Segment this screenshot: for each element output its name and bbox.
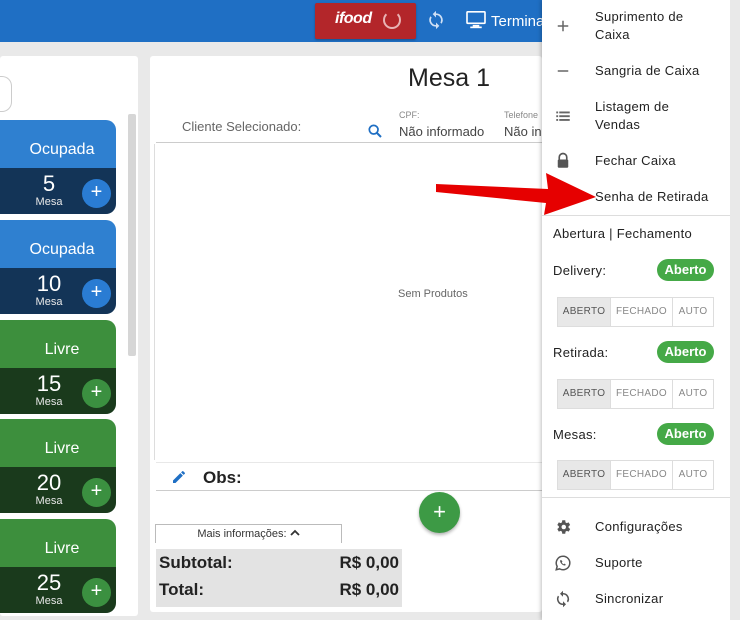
table-status: Livre (0, 519, 116, 567)
subtotal-value: R$ 0,00 (339, 553, 399, 572)
menu-item-label: Suporte (595, 555, 643, 570)
lock-icon (557, 152, 569, 168)
list-icon (556, 111, 570, 121)
phone-value: Não in (504, 124, 542, 139)
ifood-logo: ifood (335, 10, 372, 27)
table-card[interactable]: Livre 25 Mesa + (0, 519, 116, 613)
table-sub-label: Mesa (35, 396, 63, 408)
option-aberto[interactable]: ABERTO (558, 298, 611, 326)
plus-icon (557, 20, 569, 32)
table-number: 25 (36, 570, 62, 595)
delivery-label: Delivery: (553, 263, 607, 278)
loading-spinner-icon (383, 11, 401, 29)
divider (156, 490, 542, 491)
monitor-icon[interactable] (466, 11, 486, 29)
cash-menu: Suprimento de Caixa Sangria de Caixa Lis… (542, 0, 730, 620)
table-card[interactable]: Livre 20 Mesa + (0, 419, 116, 513)
menu-item-label: Sincronizar (595, 591, 664, 606)
total-label: Total: (159, 580, 205, 599)
divider (156, 462, 542, 463)
empty-products-message: Sem Produtos (398, 288, 468, 300)
table-sub-label: Mesa (35, 196, 63, 208)
option-aberto[interactable]: ABERTO (558, 461, 611, 489)
total-value: R$ 0,00 (339, 580, 399, 599)
terminal-label[interactable]: Termina (491, 13, 544, 30)
obs-label: Obs: (203, 468, 242, 487)
cpf-label: CPF: (399, 110, 420, 120)
add-order-button[interactable]: + (82, 578, 111, 607)
delivery-mode-selector[interactable]: ABERTO FECHADO AUTO (557, 297, 714, 327)
option-fechado[interactable]: FECHADO (611, 461, 673, 489)
add-order-button[interactable]: + (82, 179, 111, 208)
table-status: Livre (0, 320, 116, 368)
option-fechado[interactable]: FECHADO (611, 298, 673, 326)
ifood-button[interactable]: ifood (315, 3, 416, 39)
retirada-status-badge: Aberto (657, 341, 714, 363)
add-order-button[interactable]: + (82, 279, 111, 308)
totals-box: Subtotal: R$ 0,00 Total: R$ 0,00 (156, 549, 402, 607)
table-number: 10 (36, 271, 62, 296)
retirada-label: Retirada: (553, 345, 609, 360)
add-order-button[interactable]: + (82, 379, 111, 408)
menu-item-label: Configurações (595, 519, 683, 534)
menu-item-label: Fechar Caixa (595, 153, 676, 168)
page-title: Mesa 1 (408, 64, 490, 92)
table-sub-label: Mesa (35, 595, 63, 607)
mesas-status-badge: Aberto (657, 423, 714, 445)
table-card[interactable]: Ocupada 10 Mesa + (0, 220, 116, 314)
more-info-toggle[interactable]: Mais informações: (155, 524, 342, 543)
menu-item-label: Listagem de Vendas (595, 99, 670, 132)
add-order-button[interactable]: + (82, 478, 111, 507)
divider (154, 144, 155, 460)
minus-icon (557, 70, 569, 72)
table-number: 5 (42, 171, 56, 196)
retirada-mode-selector[interactable]: ABERTO FECHADO AUTO (557, 379, 714, 409)
table-search-field[interactable] (0, 76, 12, 112)
table-number: 20 (36, 470, 62, 495)
divider (156, 142, 542, 143)
mesas-mode-selector[interactable]: ABERTO FECHADO AUTO (557, 460, 714, 490)
table-number: 15 (36, 371, 62, 396)
option-auto[interactable]: AUTO (673, 298, 713, 326)
divider (542, 497, 730, 498)
whatsapp-icon (555, 555, 571, 571)
table-status: Livre (0, 419, 116, 467)
table-status: Ocupada (0, 220, 116, 268)
table-card[interactable]: Ocupada 5 Mesa + (0, 120, 116, 214)
mesas-label: Mesas: (553, 427, 597, 442)
more-info-label: Mais informações: (197, 528, 287, 540)
search-icon[interactable] (367, 123, 383, 139)
sync-icon (556, 590, 570, 608)
tables-scrollbar[interactable] (128, 114, 136, 356)
phone-label: Telefone (504, 110, 539, 120)
option-auto[interactable]: AUTO (673, 461, 713, 489)
sync-icon[interactable] (426, 9, 446, 31)
menu-item-label: Suprimento de Caixa (595, 9, 684, 42)
chevron-up-icon (290, 529, 300, 536)
table-status: Ocupada (0, 120, 116, 168)
menu-item-label: Senha de Retirada (595, 189, 709, 204)
annotation-arrow (436, 173, 596, 215)
pencil-icon[interactable] (171, 469, 187, 485)
option-fechado[interactable]: FECHADO (611, 380, 673, 408)
cpf-value: Não informado (399, 124, 485, 139)
add-product-button[interactable]: + (419, 492, 460, 533)
option-aberto[interactable]: ABERTO (558, 380, 611, 408)
table-card[interactable]: Livre 15 Mesa + (0, 320, 116, 414)
option-auto[interactable]: AUTO (673, 380, 713, 408)
delivery-status-badge: Aberto (657, 259, 714, 281)
window-edge (730, 0, 740, 620)
client-field[interactable]: Cliente Selecionado: (182, 119, 301, 134)
subtotal-label: Subtotal: (159, 553, 233, 572)
table-sub-label: Mesa (35, 296, 63, 308)
menu-item-label: Sangria de Caixa (595, 63, 700, 78)
gear-icon (557, 520, 571, 534)
section-title: Abertura | Fechamento (553, 226, 693, 241)
table-sub-label: Mesa (35, 495, 63, 507)
